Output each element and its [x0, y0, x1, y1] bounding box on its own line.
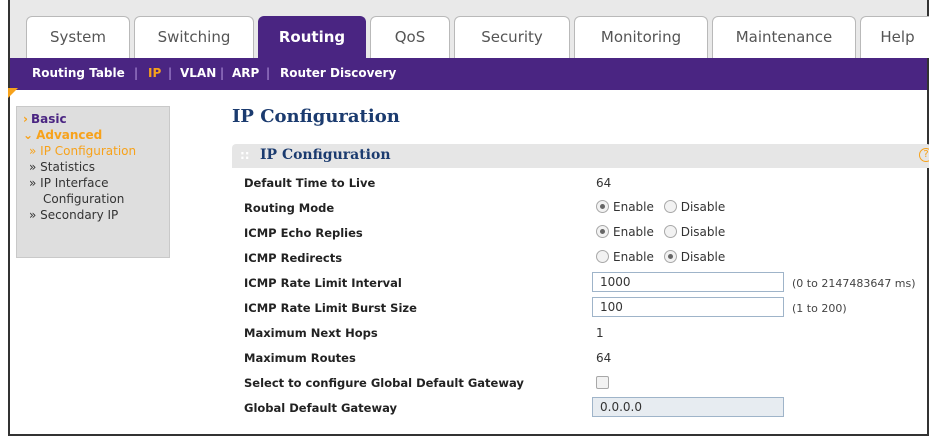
- submenu-routing-table[interactable]: Routing Table: [32, 66, 125, 80]
- global-gateway-input[interactable]: 0.0.0.0: [592, 397, 784, 417]
- row-select-global-gateway: Select to configure Global Default Gatew…: [232, 370, 929, 395]
- tab-monitoring[interactable]: Monitoring: [574, 16, 708, 58]
- row-max-next-hops: Maximum Next Hops 1: [232, 320, 929, 345]
- submenu-bar: Routing Table | IP | VLAN | ARP | Router…: [10, 58, 927, 90]
- sidebar-item-advanced[interactable]: ⌄ Advanced: [23, 127, 169, 143]
- icmp-echo-radios: Enable Disable: [596, 225, 731, 239]
- radio-label: Disable: [680, 250, 726, 264]
- radio-label: Enable: [613, 250, 654, 264]
- sidebar-item-ip-configuration[interactable]: » IP Configuration: [23, 143, 169, 159]
- tab-security[interactable]: Security: [454, 16, 570, 58]
- row-icmp-redirects: ICMP Redirects Enable Disable: [232, 245, 929, 270]
- corner-accent: [8, 88, 18, 98]
- tab-help[interactable]: Help: [860, 16, 929, 58]
- row-global-default-gateway: Global Default Gateway 0.0.0.0: [232, 395, 929, 420]
- sidebar-item-ip-interface-configuration-cont[interactable]: Configuration: [23, 191, 169, 207]
- icmp-redirects-disable-radio[interactable]: [663, 250, 677, 263]
- row-routing-mode: Routing Mode Enable Disable: [232, 195, 929, 220]
- row-max-routes: Maximum Routes 64: [232, 345, 929, 370]
- chevron-down-icon: ⌄: [23, 128, 34, 142]
- submenu-separator: |: [168, 66, 173, 80]
- sidebar-item-label: Basic: [30, 112, 67, 126]
- section-header: :: IP Configuration ?: [232, 144, 929, 168]
- sidebar-item-label: Advanced: [36, 128, 103, 142]
- max-next-hops-value: 1: [596, 326, 604, 340]
- main-tab-bar: System Switching Routing QoS Security Mo…: [10, 0, 929, 58]
- rate-limit-interval-input[interactable]: 1000: [592, 272, 784, 292]
- submenu-separator: |: [134, 66, 139, 80]
- row-rate-limit-interval: ICMP Rate Limit Interval 1000 (0 to 2147…: [232, 270, 929, 295]
- field-label: Select to configure Global Default Gatew…: [244, 376, 524, 390]
- field-label: ICMP Rate Limit Interval: [244, 276, 402, 290]
- sidebar-item-basic[interactable]: › Basic: [23, 111, 169, 127]
- submenu-vlan[interactable]: VLAN: [180, 66, 216, 80]
- tab-switching[interactable]: Switching: [134, 16, 254, 58]
- help-icon[interactable]: ?: [919, 148, 929, 162]
- radio-label: Disable: [680, 225, 726, 239]
- ttl-value: 64: [596, 176, 612, 190]
- radio-label: Enable: [613, 200, 654, 214]
- field-label: Maximum Next Hops: [244, 326, 378, 340]
- tab-maintenance[interactable]: Maintenance: [712, 16, 856, 58]
- section-title: IP Configuration: [260, 147, 391, 163]
- sidebar-item-ip-interface-configuration[interactable]: » IP Interface: [23, 175, 169, 191]
- global-gateway-checkbox[interactable]: [596, 376, 609, 389]
- icmp-echo-enable-radio[interactable]: [596, 225, 609, 238]
- drag-grip-icon: ::: [240, 148, 250, 162]
- tab-qos[interactable]: QoS: [370, 16, 450, 58]
- row-default-ttl: Default Time to Live 64: [232, 170, 929, 195]
- field-label: ICMP Rate Limit Burst Size: [244, 301, 417, 315]
- range-hint: (0 to 2147483647 ms): [792, 277, 916, 290]
- submenu-router-discovery[interactable]: Router Discovery: [280, 66, 396, 80]
- sidebar-item-secondary-ip[interactable]: » Secondary IP: [23, 207, 169, 223]
- chevron-right-icon: ›: [23, 112, 28, 126]
- field-label: Global Default Gateway: [244, 401, 397, 415]
- routing-mode-disable-radio[interactable]: [663, 200, 677, 213]
- tab-system[interactable]: System: [26, 16, 130, 58]
- field-label: Default Time to Live: [244, 176, 376, 190]
- icmp-echo-disable-radio[interactable]: [663, 225, 677, 238]
- field-label: Maximum Routes: [244, 351, 356, 365]
- max-routes-value: 64: [596, 351, 612, 365]
- sidebar: › Basic ⌄ Advanced » IP Configuration » St…: [16, 106, 170, 258]
- routing-mode-enable-radio[interactable]: [596, 200, 609, 213]
- row-icmp-echo: ICMP Echo Replies Enable Disable: [232, 220, 929, 245]
- routing-mode-radios: Enable Disable: [596, 200, 731, 214]
- radio-label: Disable: [680, 200, 726, 214]
- submenu-separator: |: [266, 66, 271, 80]
- tab-routing[interactable]: Routing: [258, 16, 366, 58]
- rate-limit-burst-input[interactable]: 100: [592, 297, 784, 317]
- radio-label: Enable: [613, 225, 654, 239]
- page-title: IP Configuration: [232, 106, 400, 127]
- icmp-redirects-enable-radio[interactable]: [596, 250, 609, 263]
- icmp-redirects-radios: Enable Disable: [596, 250, 731, 264]
- submenu-separator: |: [220, 66, 225, 80]
- row-rate-limit-burst: ICMP Rate Limit Burst Size 100 (1 to 200…: [232, 295, 929, 320]
- field-label: ICMP Redirects: [244, 251, 343, 265]
- submenu-ip[interactable]: IP: [148, 66, 161, 80]
- app-frame: System Switching Routing QoS Security Mo…: [8, 0, 929, 436]
- sidebar-item-statistics[interactable]: » Statistics: [23, 159, 169, 175]
- field-label: ICMP Echo Replies: [244, 226, 363, 240]
- submenu-arp[interactable]: ARP: [232, 66, 259, 80]
- range-hint: (1 to 200): [792, 302, 847, 315]
- field-label: Routing Mode: [244, 201, 335, 215]
